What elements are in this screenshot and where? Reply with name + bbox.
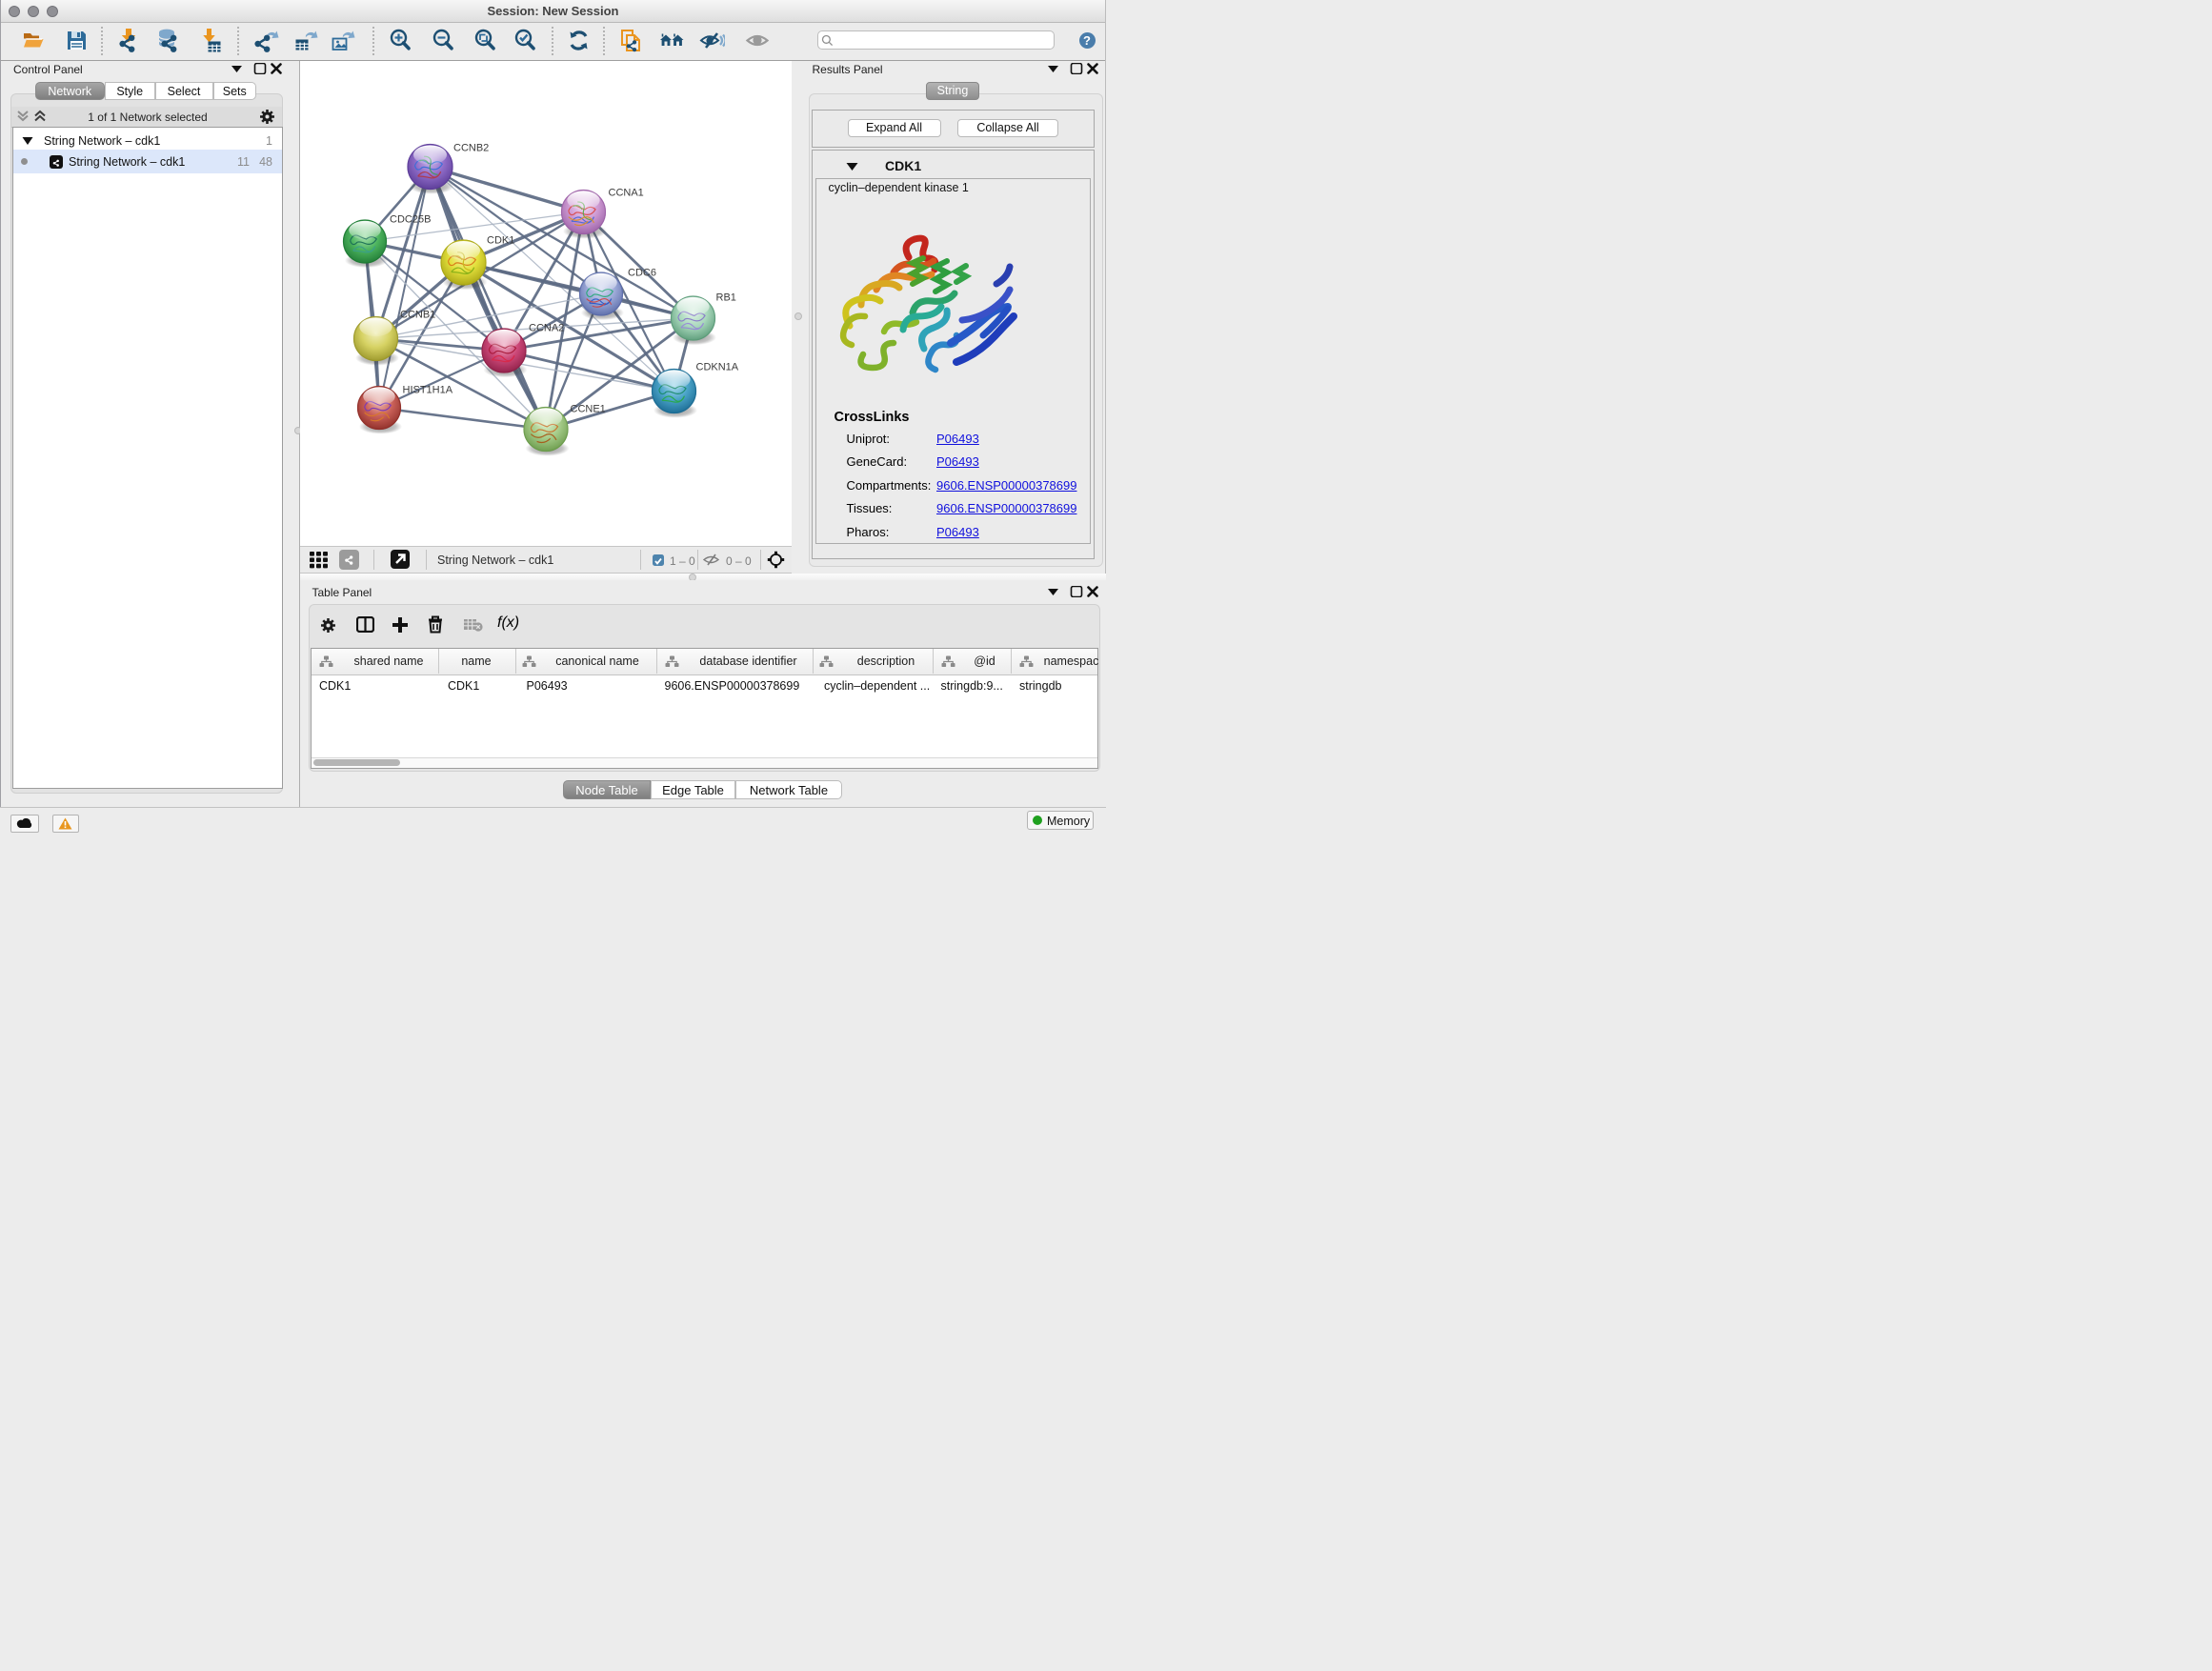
svg-text:CCNA1: CCNA1 (609, 187, 644, 198)
svg-text:CDKN1A: CDKN1A (696, 361, 739, 372)
svg-text:CCNB1: CCNB1 (400, 309, 435, 320)
svg-text:HIST1H1A: HIST1H1A (403, 384, 453, 395)
svg-text:CDK1: CDK1 (487, 234, 514, 246)
svg-text:CDC6: CDC6 (628, 267, 656, 278)
svg-text:RB1: RB1 (716, 292, 736, 303)
svg-text:CCNA2: CCNA2 (529, 322, 564, 333)
svg-text:CCNE1: CCNE1 (571, 403, 606, 414)
svg-text:CCNB2: CCNB2 (453, 142, 489, 153)
svg-text:CDC25B: CDC25B (390, 213, 431, 225)
